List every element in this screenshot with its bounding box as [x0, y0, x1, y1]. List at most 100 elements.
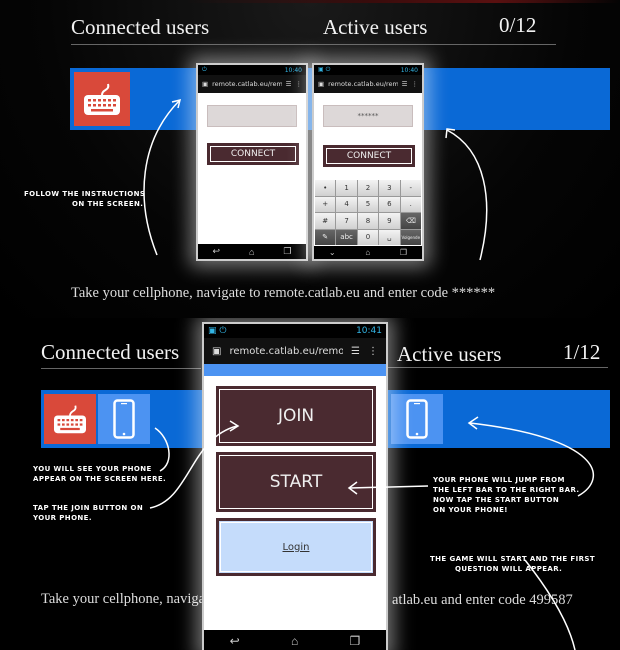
- phone-screen-join: ▣ ⏻ 10:41 ▣ remote.catlab.eu/remo ☰ ⋮ JO…: [202, 322, 388, 650]
- connected-users-heading: Connected users: [41, 340, 180, 364]
- keypad-key[interactable]: 6: [379, 196, 400, 212]
- heading-divider-right: [388, 367, 608, 368]
- annotation-tap-join-line2: your phone.: [33, 514, 92, 522]
- keypad-key[interactable]: 9: [379, 213, 400, 229]
- heading-divider: [71, 44, 556, 45]
- home-icon[interactable]: ⌂: [291, 634, 298, 649]
- start-button[interactable]: START: [216, 452, 376, 512]
- keyboard-icon: [84, 83, 120, 115]
- android-nav-bar: ⌄ ⌂ ❐: [314, 246, 422, 259]
- code-input[interactable]: [207, 105, 297, 127]
- tab-icon: ▣: [212, 345, 222, 357]
- tabs-icon[interactable]: ☰: [286, 80, 292, 88]
- annotation-follow-line1: Follow the instructions: [24, 190, 146, 198]
- power-icon: ⏻: [202, 66, 207, 73]
- browser-url-bar[interactable]: ▣ remote.catlab.eu/rem ☰ ⋮: [314, 75, 422, 93]
- login-button[interactable]: Login: [216, 518, 376, 576]
- keyboard-icon: [54, 405, 86, 434]
- arrow-to-bar-right: [446, 129, 488, 261]
- browser-url-bar[interactable]: ▣ remote.catlab.eu/rem ☰ ⋮: [198, 75, 306, 93]
- browser-url-bar[interactable]: ▣ remote.catlab.eu/remo ☰ ⋮: [204, 338, 386, 364]
- android-nav-bar: ↩ ⌂ ❐: [198, 244, 306, 259]
- keypad-key[interactable]: ␣: [379, 229, 400, 245]
- connected-user-tile: [74, 72, 130, 126]
- tabs-icon[interactable]: ☰: [351, 346, 360, 357]
- keypad-key[interactable]: 3: [379, 180, 400, 196]
- recents-icon[interactable]: ❐: [350, 634, 361, 649]
- connected-device-tile: [98, 394, 150, 444]
- annotation-jump-line3: Now tap the start button: [433, 496, 560, 504]
- keypad-key[interactable]: 5: [357, 196, 379, 212]
- instruction-text-left: Take your cellphone, navigate: [41, 591, 216, 607]
- keypad-key[interactable]: 0: [357, 229, 379, 245]
- tutorial-step-2-panel: Connected users Active users 1/12 You: [0, 318, 620, 650]
- connect-button[interactable]: CONNECT: [323, 145, 415, 167]
- connected-users-heading: Connected users: [71, 15, 210, 39]
- phone-screen-code-entry: ⏻ 10:40 ▣ remote.catlab.eu/rem ☰ ⋮ CONNE…: [196, 63, 308, 261]
- android-nav-bar: ↩ ⌂ ❐: [204, 630, 386, 650]
- url-text: remote.catlab.eu/remo: [229, 345, 344, 357]
- annotation-jump-line1: Your phone will jump from: [433, 476, 565, 484]
- tab-icon: ▣: [202, 80, 209, 88]
- annotation-arrows: [143, 98, 488, 261]
- phone-clock: 10:40: [284, 66, 302, 74]
- keypad-key[interactable]: 8: [357, 213, 379, 229]
- annotation-follow-line2: on the screen.: [72, 200, 144, 208]
- keypad-key[interactable]: ⌫: [400, 213, 421, 229]
- tutorial-step-1-panel: Connected users Active users 0/12 ⏻ 10:4…: [0, 0, 620, 318]
- instruction-text-right: atlab.eu and enter code 499587: [392, 592, 573, 608]
- connect-button[interactable]: CONNECT: [207, 143, 299, 165]
- keypad-key[interactable]: abc: [336, 229, 357, 245]
- active-users-heading: Active users: [323, 15, 428, 39]
- home-icon[interactable]: ⌂: [365, 248, 370, 257]
- back-icon[interactable]: ↩: [212, 246, 220, 257]
- active-device-tile: [391, 394, 443, 444]
- annotation-jump-line2: the left bar to the right bar.: [433, 486, 580, 494]
- phone-clock: 10:41: [356, 326, 382, 336]
- keypad-key[interactable]: 4: [336, 196, 357, 212]
- connected-user-tile: [44, 394, 96, 444]
- instruction-text: Take your cellphone, navigate to remote.…: [71, 285, 496, 301]
- keypad-key[interactable]: 7: [336, 213, 357, 229]
- recents-icon[interactable]: ❐: [400, 248, 407, 257]
- notification-icons: ▣ ⏻: [208, 326, 227, 336]
- keypad-key[interactable]: 2: [357, 180, 379, 196]
- home-icon[interactable]: ⌂: [249, 247, 254, 257]
- recents-icon[interactable]: ❐: [283, 246, 291, 257]
- active-users-count: 0/12: [499, 13, 537, 37]
- annotation-jump-line4: on your phone!: [433, 506, 508, 514]
- back-icon[interactable]: ↩: [230, 634, 240, 649]
- annotation-see-phone-line2: appear on the screen here.: [33, 475, 167, 483]
- join-button[interactable]: JOIN: [216, 386, 376, 446]
- keypad-key[interactable]: .: [400, 196, 421, 212]
- keypad-key[interactable]: #: [315, 213, 336, 229]
- smartphone-icon: [406, 399, 428, 439]
- overflow-menu-icon[interactable]: ⋮: [296, 80, 303, 88]
- phone-status-bar: ⏻ 10:40: [198, 65, 306, 75]
- keyboard-hide-icon[interactable]: ⌄: [329, 248, 336, 257]
- smartphone-icon: [113, 399, 135, 439]
- annotation-see-phone-line1: You will see your phone: [33, 465, 152, 473]
- keypad-key[interactable]: •: [315, 180, 336, 196]
- overflow-menu-icon[interactable]: ⋮: [368, 346, 378, 357]
- keypad-key[interactable]: ✎: [315, 229, 336, 245]
- keypad-key[interactable]: +: [315, 196, 336, 212]
- tabs-icon[interactable]: ☰: [402, 80, 408, 88]
- overflow-menu-icon[interactable]: ⋮: [412, 80, 419, 88]
- keypad-key[interactable]: -: [400, 180, 421, 196]
- active-users-count: 1/12: [563, 340, 601, 364]
- tab-icon: ▣: [318, 80, 325, 88]
- phone-screen-keypad: ▣ ⏻ 10:40 ▣ remote.catlab.eu/rem ☰ ⋮ ***…: [312, 63, 424, 261]
- top-glow: [0, 0, 620, 3]
- keypad-key[interactable]: 1: [336, 180, 357, 196]
- heading-divider-left: [41, 368, 201, 369]
- keypad-key[interactable]: Volgende: [400, 229, 421, 245]
- phone-status-bar: ▣ ⏻ 10:41: [204, 324, 386, 338]
- code-input[interactable]: ******: [323, 105, 413, 127]
- login-link[interactable]: Login: [283, 542, 310, 553]
- page-header-strip: [204, 364, 386, 376]
- notification-icons: ▣ ⏻: [318, 66, 331, 73]
- url-text: remote.catlab.eu/rem: [328, 80, 398, 88]
- url-text: remote.catlab.eu/rem: [212, 80, 282, 88]
- annotation-game-start-line1: The game will start and the first: [430, 555, 596, 563]
